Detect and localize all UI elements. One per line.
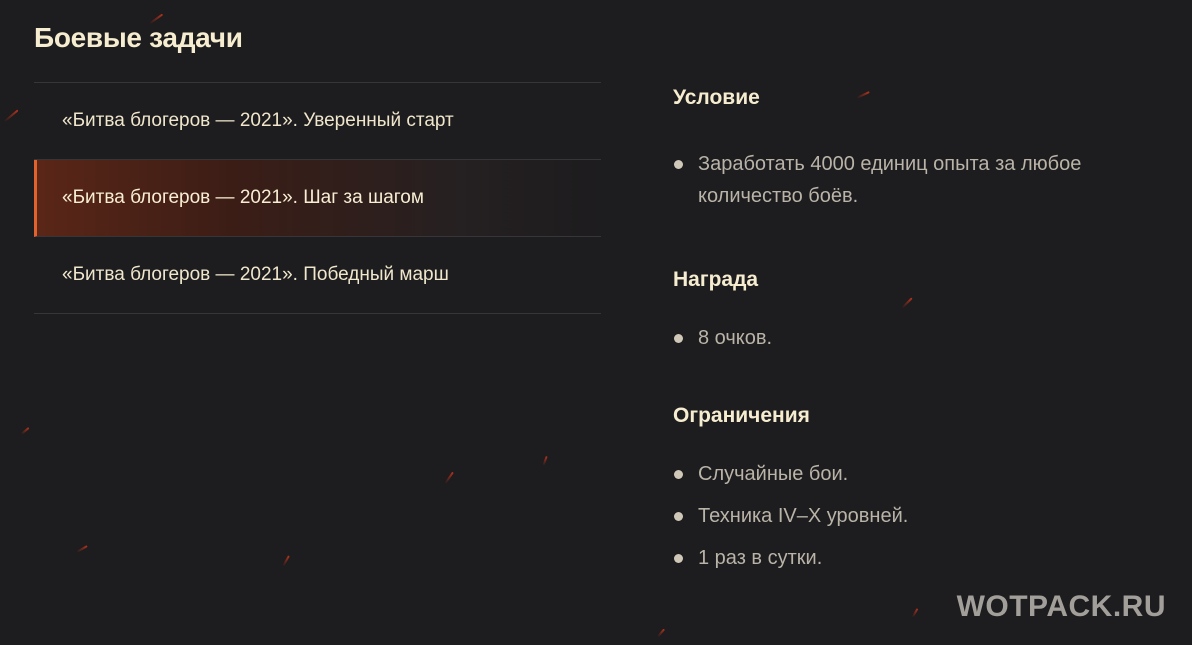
spark-decoration bbox=[542, 455, 548, 467]
spark-decoration bbox=[3, 109, 19, 123]
mission-details: Условие Заработать 4000 единиц опыта за … bbox=[673, 86, 1153, 584]
mission-item-confident-start[interactable]: «Битва блогеров — 2021». Уверенный старт bbox=[34, 83, 601, 160]
spark-decoration bbox=[282, 555, 290, 567]
limit-item: 1 раз в сутки. bbox=[673, 542, 1153, 574]
page-title: Боевые задачи bbox=[34, 22, 243, 53]
condition-text: Заработать 4000 единиц опыта за любое ко… bbox=[698, 153, 1082, 207]
reward-item: 8 очков. bbox=[673, 322, 1153, 354]
bullet-icon bbox=[674, 334, 683, 343]
reward-text: 8 очков. bbox=[698, 327, 773, 349]
condition-item: Заработать 4000 единиц опыта за любое ко… bbox=[673, 148, 1153, 212]
limit-item: Техника IV–X уровней. bbox=[673, 500, 1153, 532]
condition-title: Условие bbox=[673, 86, 760, 109]
reward-list: 8 очков. bbox=[673, 322, 1153, 354]
condition-list: Заработать 4000 единиц опыта за любое ко… bbox=[673, 148, 1153, 212]
limits-section: Ограничения Случайные бои. Техника IV–X … bbox=[673, 404, 1153, 574]
bullet-icon bbox=[674, 470, 683, 479]
reward-section: Награда 8 очков. bbox=[673, 268, 1153, 354]
bullet-icon bbox=[674, 160, 683, 169]
mission-list: «Битва блогеров — 2021». Уверенный старт… bbox=[34, 82, 601, 314]
limit-item: Случайные бои. bbox=[673, 458, 1153, 490]
bullet-icon bbox=[674, 554, 683, 563]
limits-list: Случайные бои. Техника IV–X уровней. 1 р… bbox=[673, 458, 1153, 574]
reward-title: Награда bbox=[673, 268, 759, 291]
limit-text: 1 раз в сутки. bbox=[698, 547, 823, 569]
watermark-logo: WOTPACK.RU bbox=[956, 590, 1166, 623]
spark-decoration bbox=[657, 628, 665, 638]
bullet-icon bbox=[674, 512, 683, 521]
limit-text: Техника IV–X уровней. bbox=[698, 505, 909, 527]
spark-decoration bbox=[20, 427, 30, 435]
condition-section: Условие Заработать 4000 единиц опыта за … bbox=[673, 86, 1153, 212]
spark-decoration bbox=[911, 608, 919, 618]
mission-item-victory-march[interactable]: «Битва блогеров — 2021». Победный марш bbox=[34, 237, 601, 314]
limits-title: Ограничения bbox=[673, 404, 810, 427]
spark-decoration bbox=[444, 471, 454, 485]
limit-text: Случайные бои. bbox=[698, 463, 849, 485]
spark-decoration bbox=[76, 545, 88, 553]
mission-item-step-by-step[interactable]: «Битва блогеров — 2021». Шаг за шагом bbox=[34, 160, 601, 237]
